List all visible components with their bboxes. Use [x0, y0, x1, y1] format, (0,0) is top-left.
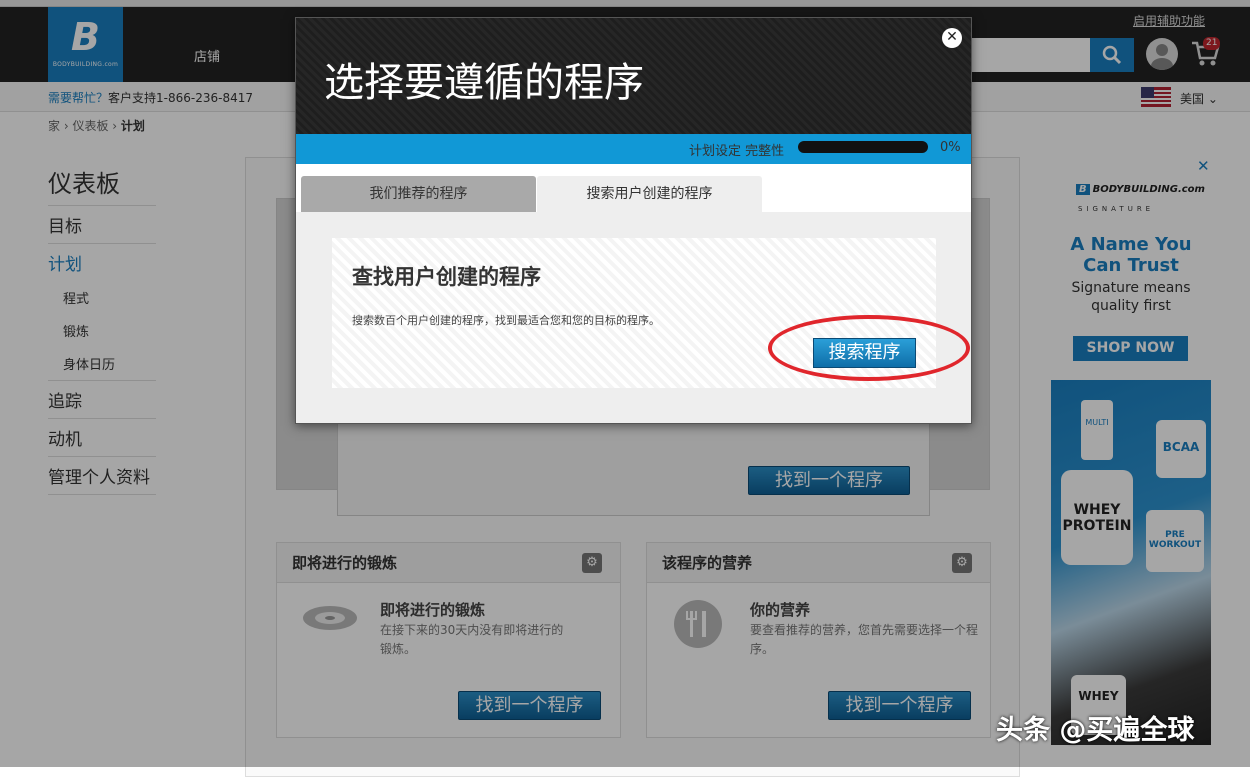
tab-search-user-programs[interactable]: 搜索用户创建的程序 — [537, 176, 762, 212]
close-icon[interactable]: ✕ — [942, 28, 962, 48]
highlight-circle — [768, 315, 970, 381]
modal-title: 选择要遵循的程序 — [324, 60, 644, 106]
progress-percent: 0% — [940, 140, 961, 155]
progress-bar — [798, 141, 928, 153]
content-description: 搜索数百个用户创建的程序，找到最适合您和您的目标的程序。 — [352, 314, 660, 327]
watermark: 头条 @买遍全球 — [996, 715, 1195, 746]
progress-label: 计划设定 完整性 — [689, 144, 785, 159]
tab-recommended-programs[interactable]: 我们推荐的程序 — [301, 176, 536, 212]
content-heading: 查找用户创建的程序 — [352, 265, 541, 289]
